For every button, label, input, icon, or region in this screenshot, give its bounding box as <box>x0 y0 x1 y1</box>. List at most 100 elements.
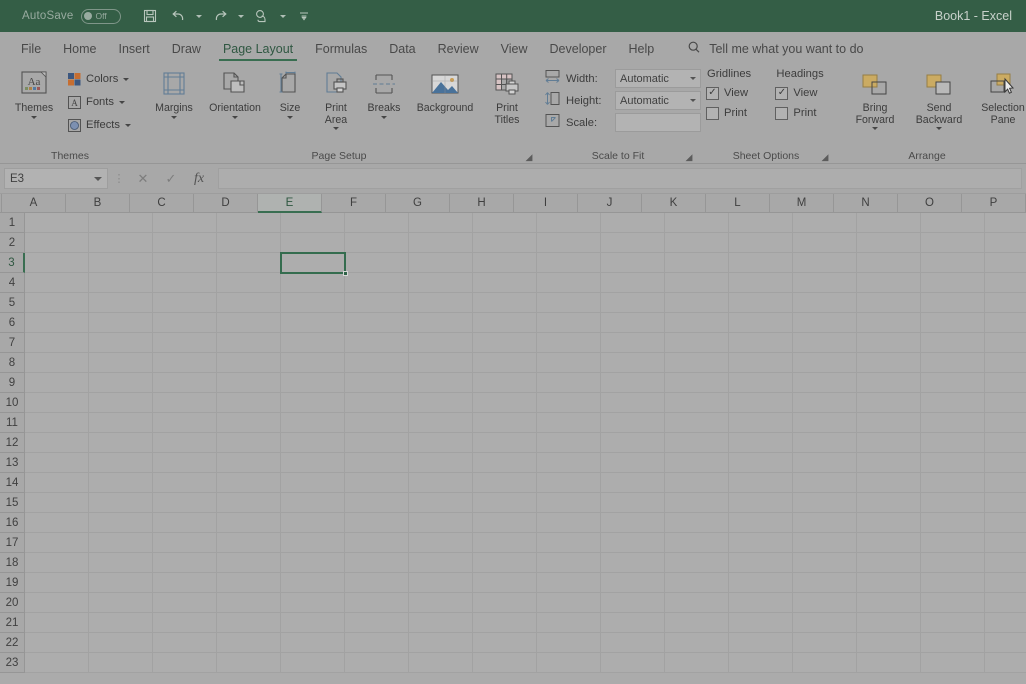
cell-M2[interactable] <box>793 233 857 253</box>
cell-M22[interactable] <box>793 633 857 653</box>
cell-O18[interactable] <box>921 553 985 573</box>
cell-G3[interactable] <box>409 253 473 273</box>
cell-G21[interactable] <box>409 613 473 633</box>
name-box[interactable]: E3 <box>4 168 108 189</box>
cell-D13[interactable] <box>217 453 281 473</box>
cell-B15[interactable] <box>89 493 153 513</box>
cell-N11[interactable] <box>857 413 921 433</box>
row-header-17[interactable]: 17 <box>0 533 25 553</box>
cell-K16[interactable] <box>665 513 729 533</box>
cell-C11[interactable] <box>153 413 217 433</box>
cell-H4[interactable] <box>473 273 537 293</box>
cell-L19[interactable] <box>729 573 793 593</box>
theme-colors-button[interactable]: Colors <box>64 69 134 89</box>
cell-M1[interactable] <box>793 213 857 233</box>
cell-K2[interactable] <box>665 233 729 253</box>
cell-L10[interactable] <box>729 393 793 413</box>
cell-B1[interactable] <box>89 213 153 233</box>
cell-N9[interactable] <box>857 373 921 393</box>
cell-M23[interactable] <box>793 653 857 673</box>
column-header-e[interactable]: E <box>258 194 322 213</box>
cell-E7[interactable] <box>281 333 345 353</box>
cell-D14[interactable] <box>217 473 281 493</box>
cell-A19[interactable] <box>25 573 89 593</box>
cell-H14[interactable] <box>473 473 537 493</box>
cell-B22[interactable] <box>89 633 153 653</box>
print-area-button[interactable]: Print Area <box>314 66 358 130</box>
background-button[interactable]: Background <box>410 66 480 115</box>
bring-forward-dropdown-icon[interactable] <box>872 127 878 130</box>
cell-B17[interactable] <box>89 533 153 553</box>
cell-P13[interactable] <box>985 453 1026 473</box>
cell-J22[interactable] <box>601 633 665 653</box>
cell-A4[interactable] <box>25 273 89 293</box>
cell-P18[interactable] <box>985 553 1026 573</box>
cell-N17[interactable] <box>857 533 921 553</box>
cell-L4[interactable] <box>729 273 793 293</box>
cell-I13[interactable] <box>537 453 601 473</box>
cell-L16[interactable] <box>729 513 793 533</box>
row-header-10[interactable]: 10 <box>0 393 25 413</box>
cell-E12[interactable] <box>281 433 345 453</box>
cell-K8[interactable] <box>665 353 729 373</box>
cell-B5[interactable] <box>89 293 153 313</box>
cell-G18[interactable] <box>409 553 473 573</box>
cell-P17[interactable] <box>985 533 1026 553</box>
cell-M17[interactable] <box>793 533 857 553</box>
cell-A16[interactable] <box>25 513 89 533</box>
column-header-b[interactable]: B <box>66 194 130 213</box>
select-all-corner[interactable] <box>0 194 2 213</box>
cell-N3[interactable] <box>857 253 921 273</box>
margins-dropdown-icon[interactable] <box>171 115 177 119</box>
cell-I8[interactable] <box>537 353 601 373</box>
row-header-9[interactable]: 9 <box>0 373 25 393</box>
cell-E6[interactable] <box>281 313 345 333</box>
cell-P23[interactable] <box>985 653 1026 673</box>
cell-M3[interactable] <box>793 253 857 273</box>
cell-P2[interactable] <box>985 233 1026 253</box>
cell-P9[interactable] <box>985 373 1026 393</box>
cell-C5[interactable] <box>153 293 217 313</box>
cell-L14[interactable] <box>729 473 793 493</box>
cell-A6[interactable] <box>25 313 89 333</box>
cell-I12[interactable] <box>537 433 601 453</box>
cell-E18[interactable] <box>281 553 345 573</box>
cell-C8[interactable] <box>153 353 217 373</box>
cell-O16[interactable] <box>921 513 985 533</box>
cell-K17[interactable] <box>665 533 729 553</box>
column-header-n[interactable]: N <box>834 194 898 213</box>
row-header-12[interactable]: 12 <box>0 433 25 453</box>
cell-O4[interactable] <box>921 273 985 293</box>
themes-dropdown-icon[interactable] <box>31 115 37 119</box>
cell-P1[interactable] <box>985 213 1026 233</box>
cell-F10[interactable] <box>345 393 409 413</box>
cell-A15[interactable] <box>25 493 89 513</box>
headings-print-checkbox[interactable] <box>775 106 789 120</box>
print-area-dropdown-icon[interactable] <box>333 127 339 130</box>
column-header-g[interactable]: G <box>386 194 450 213</box>
column-header-a[interactable]: A <box>2 194 66 213</box>
row-header-5[interactable]: 5 <box>0 293 25 313</box>
column-header-d[interactable]: D <box>194 194 258 213</box>
cell-B11[interactable] <box>89 413 153 433</box>
cell-O8[interactable] <box>921 353 985 373</box>
cell-H11[interactable] <box>473 413 537 433</box>
cell-G5[interactable] <box>409 293 473 313</box>
cell-B7[interactable] <box>89 333 153 353</box>
cell-K11[interactable] <box>665 413 729 433</box>
cell-F17[interactable] <box>345 533 409 553</box>
cell-K4[interactable] <box>665 273 729 293</box>
cell-K14[interactable] <box>665 473 729 493</box>
cell-E9[interactable] <box>281 373 345 393</box>
cell-L17[interactable] <box>729 533 793 553</box>
cell-K6[interactable] <box>665 313 729 333</box>
cell-L15[interactable] <box>729 493 793 513</box>
cell-O19[interactable] <box>921 573 985 593</box>
cell-G4[interactable] <box>409 273 473 293</box>
scale-to-fit-dialog-launcher-icon[interactable]: ◢ <box>684 152 694 162</box>
column-header-c[interactable]: C <box>130 194 194 213</box>
cell-G6[interactable] <box>409 313 473 333</box>
cell-H9[interactable] <box>473 373 537 393</box>
cell-L18[interactable] <box>729 553 793 573</box>
cell-B3[interactable] <box>89 253 153 273</box>
